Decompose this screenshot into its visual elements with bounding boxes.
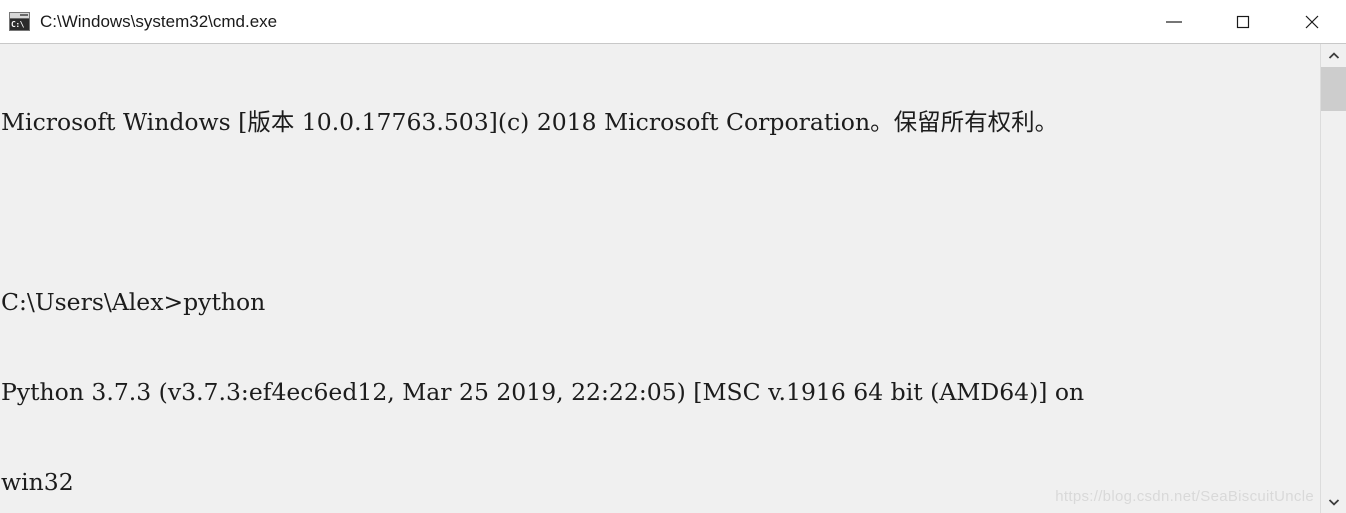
cmd-icon: C:\: [9, 12, 30, 31]
maximize-icon: [1236, 15, 1249, 28]
console-line: Microsoft Windows [版本 10.0.17763.503](c)…: [1, 108, 1059, 136]
title-bar-left: C:\ C:\Windows\system32\cmd.exe: [0, 12, 1139, 32]
chevron-down-icon: [1328, 498, 1339, 506]
scrollbar-thumb[interactable]: [1321, 67, 1346, 111]
title-bar[interactable]: C:\ C:\Windows\system32\cmd.exe: [0, 0, 1346, 44]
console-line: C:\Users\Alex>python: [1, 288, 266, 316]
minimize-button[interactable]: [1139, 0, 1208, 44]
terminal-area: Microsoft Windows [版本 10.0.17763.503](c)…: [0, 44, 1346, 513]
vertical-scrollbar[interactable]: [1320, 44, 1346, 513]
maximize-button[interactable]: [1208, 0, 1277, 44]
cmd-window: C:\ C:\Windows\system32\cmd.exe Microsof…: [0, 0, 1346, 513]
scrollbar-track[interactable]: [1321, 67, 1346, 490]
chevron-up-icon: [1328, 51, 1339, 59]
close-icon: [1305, 15, 1318, 28]
cmd-icon-prompt: C:\: [10, 19, 29, 30]
console-output[interactable]: Microsoft Windows [版本 10.0.17763.503](c)…: [0, 44, 1320, 513]
window-controls: [1139, 0, 1346, 44]
scroll-down-button[interactable]: [1321, 490, 1346, 513]
console-line: Python 3.7.3 (v3.7.3:ef4ec6ed12, Mar 25 …: [1, 378, 1085, 406]
scroll-up-button[interactable]: [1321, 44, 1346, 67]
minimize-icon: [1165, 20, 1182, 23]
close-button[interactable]: [1277, 0, 1346, 44]
window-title: C:\Windows\system32\cmd.exe: [40, 11, 278, 31]
console-lines: Microsoft Windows [版本 10.0.17763.503](c)…: [1, 47, 1320, 513]
console-line: win32: [1, 468, 74, 496]
